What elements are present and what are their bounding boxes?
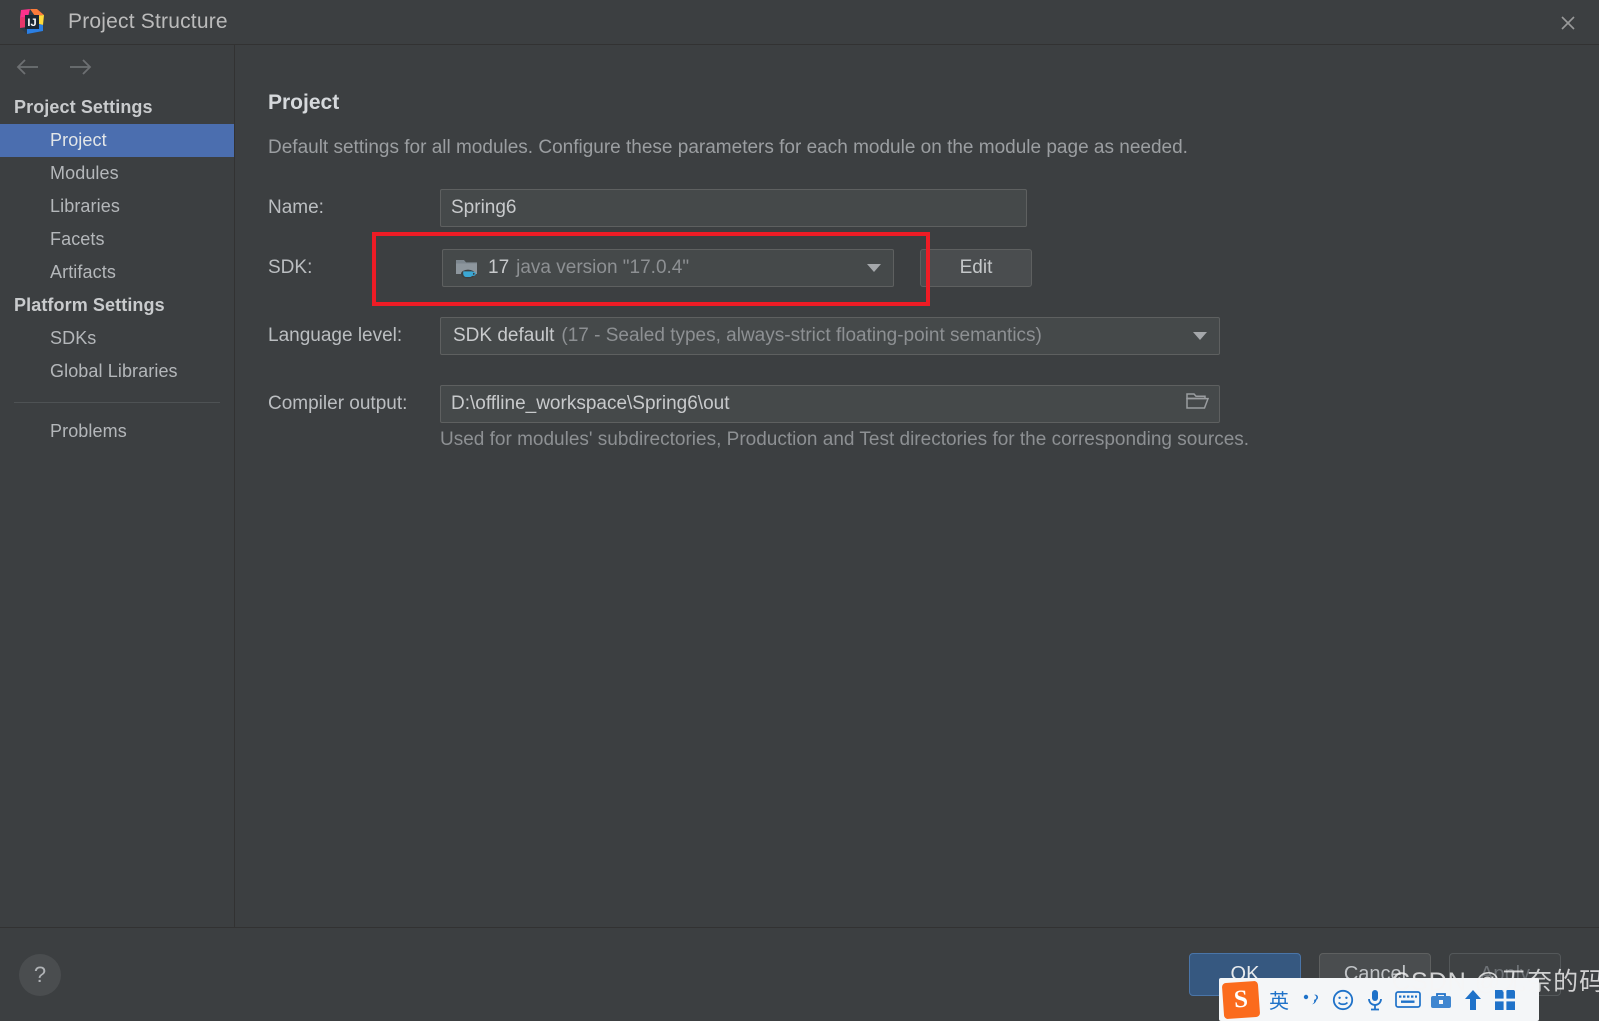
compiler-output-label: Compiler output:: [268, 393, 408, 414]
title-bar: IJ Project Structure: [0, 0, 1599, 45]
sidebar-item-artifacts[interactable]: Artifacts: [0, 256, 234, 289]
ime-mode-toggle[interactable]: 英: [1267, 982, 1291, 1018]
name-input[interactable]: Spring6: [440, 189, 1027, 227]
arrow-right-icon[interactable]: [64, 54, 96, 80]
sdk-version-number: 17: [488, 257, 510, 278]
sidebar-item-modules[interactable]: Modules: [0, 157, 234, 190]
compiler-output-hint: Used for modules' subdirectories, Produc…: [440, 429, 1250, 450]
help-button[interactable]: ?: [19, 953, 61, 996]
language-level-label: Language level:: [268, 325, 403, 346]
project-form: Name: Spring6 SDK: 17 java version "17.0…: [268, 189, 1599, 451]
toolbox-icon[interactable]: [1429, 982, 1453, 1018]
name-label: Name:: [268, 197, 324, 218]
svg-text:IJ: IJ: [27, 17, 36, 29]
language-level-row: Language level: SDK default (17 - Sealed…: [268, 317, 1599, 355]
sdk-label: SDK:: [268, 257, 313, 278]
microphone-icon[interactable]: [1363, 982, 1387, 1018]
sidebar-item-facets[interactable]: Facets: [0, 223, 234, 256]
apps-grid-icon[interactable]: [1493, 982, 1517, 1018]
project-settings-panel: Project Default settings for all modules…: [236, 45, 1599, 927]
sdk-row: SDK: 17 java version "17.0.4" Edit: [268, 249, 1599, 287]
page-title: Project: [268, 91, 340, 114]
intellij-idea-logo: IJ: [17, 7, 47, 37]
upload-icon[interactable]: [1461, 982, 1485, 1018]
sogou-logo-icon[interactable]: S: [1221, 980, 1261, 1019]
settings-sidebar: Project Settings Project Modules Librari…: [0, 45, 235, 927]
sdk-dropdown-value: 17 java version "17.0.4": [455, 257, 861, 279]
sidebar-divider: [14, 402, 220, 403]
close-icon[interactable]: [1537, 0, 1599, 45]
sdk-version-string: java version "17.0.4": [516, 257, 690, 278]
arrow-left-icon[interactable]: [12, 54, 44, 80]
folder-open-icon[interactable]: [1185, 391, 1211, 417]
compiler-output-value: D:\offline_workspace\Spring6\out: [451, 393, 730, 414]
keyboard-icon[interactable]: [1395, 982, 1421, 1018]
language-level-detail: (17 - Sealed types, always-strict floati…: [561, 325, 1042, 346]
java-sdk-folder-icon: [455, 257, 479, 279]
ime-toolbar: S 英: [1219, 978, 1539, 1021]
sdk-dropdown[interactable]: 17 java version "17.0.4": [442, 249, 894, 287]
sidebar-item-problems[interactable]: Problems: [0, 415, 234, 448]
sidebar-item-sdks[interactable]: SDKs: [0, 322, 234, 355]
compiler-output-input[interactable]: D:\offline_workspace\Spring6\out: [440, 385, 1220, 423]
project-structure-dialog: IJ Project Structure Project Settings Pr…: [0, 0, 1599, 1021]
sidebar-item-libraries[interactable]: Libraries: [0, 190, 234, 223]
sidebar-item-project[interactable]: Project: [0, 124, 234, 157]
page-description: Default settings for all modules. Config…: [268, 137, 1188, 158]
emoji-icon[interactable]: [1331, 982, 1355, 1018]
settings-tree: Project Settings Project Modules Librari…: [0, 88, 234, 448]
name-input-value: Spring6: [451, 197, 517, 218]
edit-sdk-button[interactable]: Edit: [920, 249, 1032, 287]
name-row: Name: Spring6: [268, 189, 1599, 227]
chevron-down-icon[interactable]: [1187, 318, 1213, 354]
compiler-output-row: Compiler output: D:\offline_workspace\Sp…: [268, 385, 1599, 423]
chevron-down-icon[interactable]: [861, 250, 887, 286]
language-level-dropdown[interactable]: SDK default (17 - Sealed types, always-s…: [440, 317, 1220, 355]
window-title: Project Structure: [68, 10, 228, 33]
sidebar-item-global-libraries[interactable]: Global Libraries: [0, 355, 234, 388]
punctuation-toggle-icon[interactable]: [1299, 982, 1323, 1018]
language-level-value: SDK default (17 - Sealed types, always-s…: [453, 325, 1187, 347]
language-level-primary: SDK default: [453, 325, 555, 346]
sidebar-group-platform-settings: Platform Settings: [14, 295, 165, 315]
sidebar-group-project-settings: Project Settings: [14, 97, 153, 117]
sidebar-navigation-bar: [0, 45, 234, 88]
